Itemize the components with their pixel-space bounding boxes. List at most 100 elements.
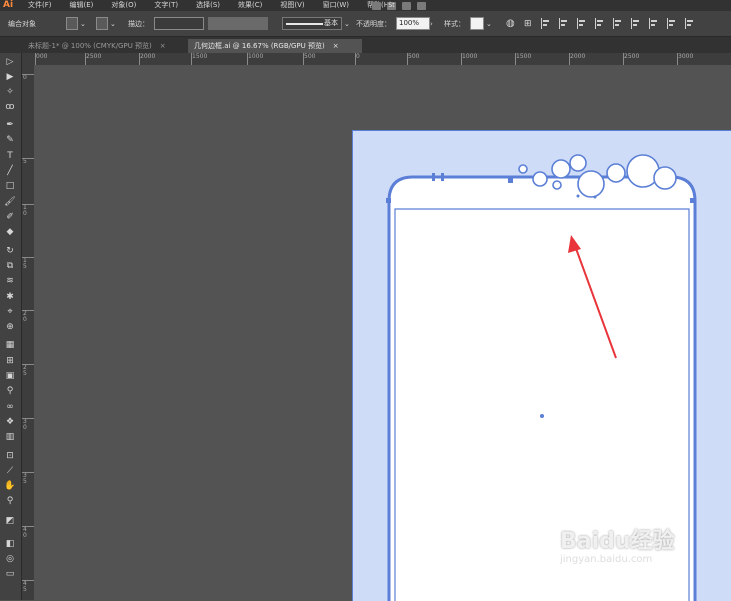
align-vcenter-icon[interactable] [613,18,623,29]
style-label: 样式： [444,20,465,28]
menu-view[interactable]: 视图(V) [280,0,304,11]
symbol-sprayer-icon[interactable]: ❖ [3,416,17,428]
opacity-label: 不透明度： [356,20,391,28]
tab-label: 几何边框.ai @ 16.67% (RGB/GPU 预览) [194,42,325,50]
slice-tool-icon[interactable]: ⟋ [3,465,17,477]
vruler-label: 45 [22,580,34,593]
menu-effect[interactable]: 效果(C) [238,0,262,11]
artboard-tool-icon[interactable]: ⊡ [3,450,17,462]
eraser-tool-icon[interactable]: ◆ [3,226,17,238]
hruler-label: 000 [34,53,48,65]
gradient-tool-icon[interactable]: ▣ [3,370,17,382]
align-icon[interactable]: ⊞ [524,18,532,30]
magic-wand-icon[interactable]: ✧ [3,86,17,98]
watermark-url: jingyan.baidu.com [560,554,653,565]
menu-type[interactable]: 文字(T) [154,0,178,11]
line-tool-icon[interactable]: ╱ [3,165,17,177]
free-transform-icon[interactable]: ⌖ [3,306,17,318]
tab-untitled[interactable]: 未标题-1* @ 100% (CMYK/GPU 预览) × [22,39,188,53]
align-hcenter-icon[interactable] [559,18,569,29]
mesh-tool-icon[interactable]: ⊞ [3,355,17,367]
stroke-line [286,23,323,25]
variable-width-profile[interactable] [208,17,268,30]
puppet-warp-icon[interactable]: ✱ [3,291,17,303]
drawing-mode-icon[interactable]: ◎ [3,553,17,565]
align-bottom-icon[interactable] [631,18,641,29]
menu-items: 文件(F) 编辑(E) 对象(O) 文字(T) 选择(S) 效果(C) 视图(V… [28,0,392,11]
stock-icon[interactable]: St [387,2,396,10]
vruler-label: 20 [22,310,34,323]
align-buttons [541,18,695,29]
color-mode-icon[interactable]: ◧ [3,538,17,550]
tools-panel: ▷ ▶ ✧ ꝏ ✒ ✎ T ╱ □ 🖌 ✐ ◆ ↻ ⧉ ≋ ✱ ⌖ ⊕ ▦ ⊞ … [0,53,22,600]
stroke-swatch[interactable] [96,17,108,30]
paintbrush-tool-icon[interactable]: 🖌 [3,196,17,208]
selection-tool-icon[interactable]: ▷ [3,56,17,68]
graph-tool-icon[interactable]: ▥ [3,431,17,443]
recolor-icon[interactable]: ◍ [506,18,515,30]
perspective-grid-icon[interactable]: ▦ [3,339,17,351]
canvas-area[interactable] [34,65,731,601]
shape-builder-icon[interactable]: ⊕ [3,321,17,333]
stroke-style-label: 基本 [324,19,338,27]
chevron-down-icon[interactable]: ⌄ [80,18,86,30]
type-tool-icon[interactable]: T [3,150,17,162]
screen-mode-icon[interactable]: ▭ [3,568,17,580]
hruler-label: 2000 [568,53,586,65]
scale-tool-icon[interactable]: ⧉ [3,260,17,272]
warp-tool-icon[interactable]: ≋ [3,275,17,287]
rectangle-tool-icon[interactable]: □ [3,180,17,192]
zoom-tool-icon[interactable]: ⚲ [3,495,17,507]
hruler-label: 500 [302,53,316,65]
hruler-label: 0 [355,53,360,65]
align-left-icon[interactable] [541,18,551,29]
selection-label: 编合对象 [8,20,36,28]
menu-select[interactable]: 选择(S) [196,0,220,11]
chevron-down-icon[interactable]: ⌄ [344,18,350,30]
vruler-label: 0 [22,74,34,81]
fill-stroke-icon[interactable]: ◩ [3,515,17,527]
hruler-label: 2000 [138,53,156,65]
close-icon[interactable]: × [333,42,339,50]
menu-edit[interactable]: 编辑(E) [70,0,94,11]
opacity-input[interactable]: 100% [396,17,430,30]
direct-selection-tool-icon[interactable]: ▶ [3,71,17,83]
shaper-tool-icon[interactable]: ✐ [3,211,17,223]
bridge-icon[interactable] [372,2,381,10]
gpu-icon[interactable] [417,2,426,10]
vruler-label: 10 [22,204,34,217]
graphic-style-swatch[interactable] [470,17,484,30]
vruler-label: 30 [22,418,34,431]
chevron-down-icon[interactable]: ⌄ [486,18,492,30]
hruler-label: 500 [406,53,420,65]
stroke-weight-field[interactable] [154,17,204,30]
close-icon[interactable]: × [160,42,166,50]
arrange-docs-icon[interactable] [402,2,411,10]
baidu-watermark: Baidu经验 jingyan.baidu.com [560,530,675,566]
fill-swatch[interactable] [66,17,78,30]
menu-file[interactable]: 文件(F) [28,0,52,11]
eyedropper-tool-icon[interactable]: ⚲ [3,385,17,397]
vruler-label: 5 [22,158,34,165]
distribute-vcenter-icon[interactable] [667,18,677,29]
hruler-label: 2500 [622,53,640,65]
hand-tool-icon[interactable]: ✋ [3,480,17,492]
rotate-tool-icon[interactable]: ↻ [3,245,17,257]
align-top-icon[interactable] [595,18,605,29]
vruler-label: 35 [22,472,34,485]
chevron-right-icon[interactable]: › [430,18,433,30]
menu-window[interactable]: 窗口(W) [323,0,349,11]
brush-definition[interactable]: 基本 [282,17,342,30]
align-right-icon[interactable] [577,18,587,29]
distribute-bottom-icon[interactable] [685,18,695,29]
curvature-tool-icon[interactable]: ✎ [3,134,17,146]
tab-geometric-border[interactable]: 几何边框.ai @ 16.67% (RGB/GPU 预览) × [188,39,362,53]
chevron-down-icon[interactable]: ⌄ [110,18,116,30]
lasso-tool-icon[interactable]: ꝏ [3,101,17,113]
vruler-label: 15 [22,257,34,270]
distribute-top-icon[interactable] [649,18,659,29]
vruler-label: 40 [22,526,34,539]
blend-tool-icon[interactable]: ∞ [3,401,17,413]
pen-tool-icon[interactable]: ✒ [3,119,17,131]
menu-object[interactable]: 对象(O) [111,0,136,11]
